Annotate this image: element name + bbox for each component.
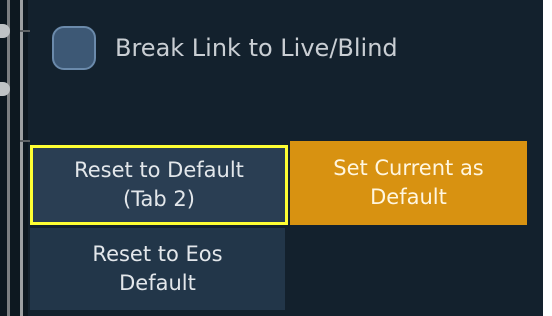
button-label-line: Default (370, 185, 447, 209)
button-label-line: Default (119, 271, 196, 295)
button-label-line: Reset to Eos (92, 242, 223, 266)
button-label-line: Reset to Default (74, 158, 244, 182)
rail-line (20, 0, 23, 316)
set-current-as-default-button[interactable]: Set Current as Default (290, 141, 527, 225)
button-label-line: (Tab 2) (123, 187, 195, 211)
left-scroll-rail[interactable] (0, 0, 30, 316)
rail-tick (20, 30, 30, 32)
rail-line (7, 0, 10, 316)
reset-to-eos-default-button[interactable]: Reset to Eos Default (30, 228, 285, 310)
reset-to-default-tab2-button[interactable]: Reset to Default (Tab 2) (30, 145, 288, 225)
break-link-checkbox[interactable] (52, 26, 96, 70)
settings-panel: Break Link to Live/Blind Reset to Defaul… (0, 0, 543, 316)
button-label-line: Set Current as (333, 156, 484, 180)
rail-tick (20, 140, 30, 142)
settings-screen: Break Link to Live/Blind Reset to Defaul… (0, 0, 552, 316)
break-link-label: Break Link to Live/Blind (115, 34, 398, 62)
